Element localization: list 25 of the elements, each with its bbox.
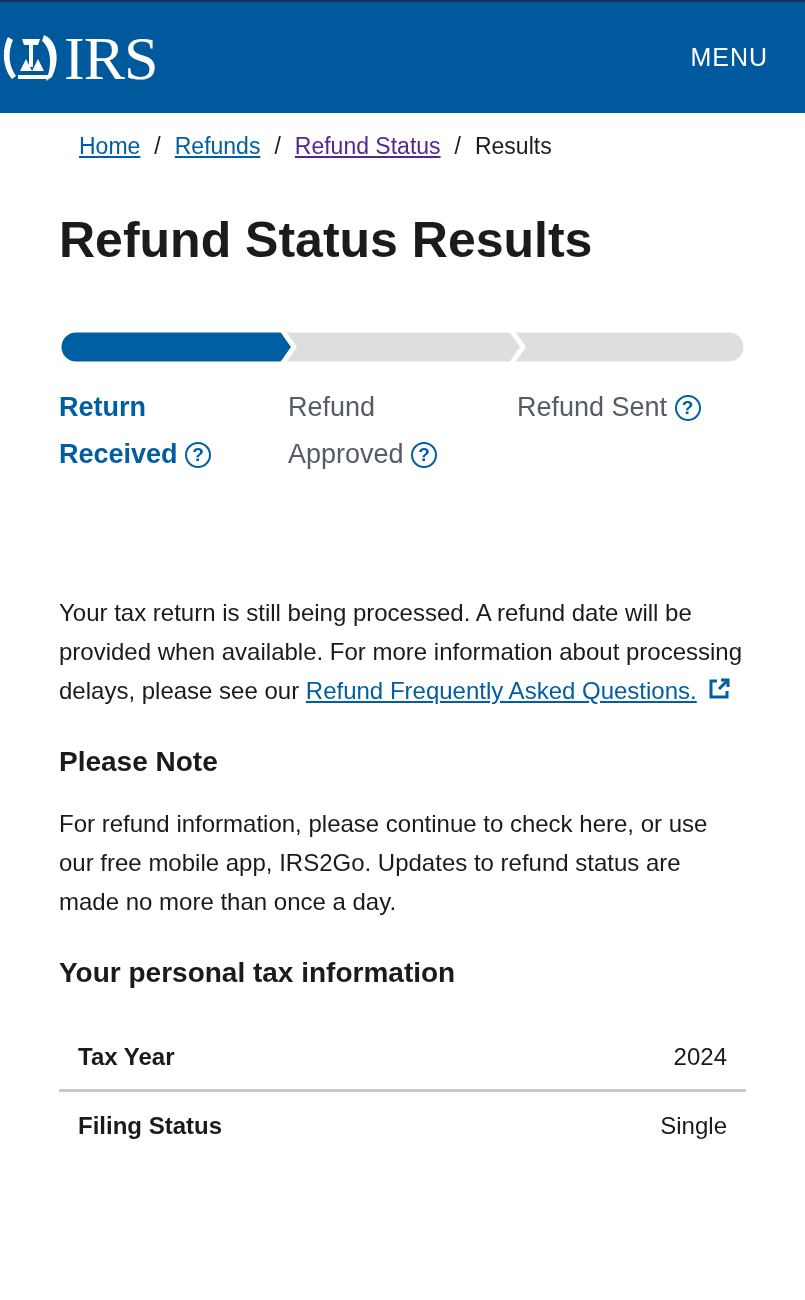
row-label: Tax Year [78, 1043, 175, 1071]
breadcrumb-link[interactable]: Refunds [174, 133, 261, 160]
step-label: Refund Approved ? [288, 384, 517, 478]
breadcrumb-link[interactable]: Home [79, 133, 141, 160]
help-icon[interactable]: ? [185, 441, 212, 468]
page-title: Refund Status Results [59, 211, 594, 270]
section-heading: Please Note [59, 746, 219, 778]
step-label: Return Received ? [59, 384, 288, 478]
faq-link[interactable]: Refund Frequently Asked Questions. [305, 677, 697, 704]
breadcrumb-separator: / [454, 133, 461, 160]
status-message: Your tax return is still being processed. A refund date will be provided when available. For more information about processing delays, please see our Refund Frequently Asked Questions. [59, 598, 744, 706]
help-icon[interactable]: ? [411, 441, 438, 468]
row-value: 2024 [673, 1043, 727, 1071]
section-heading: Your personal tax information [59, 957, 457, 989]
logo-text[interactable]: IRS [64, 26, 158, 89]
row-value: Single [660, 1112, 727, 1140]
step-label: Refund Sent ? [517, 384, 746, 478]
breadcrumb-separator: / [274, 133, 281, 160]
breadcrumb-separator: / [154, 133, 161, 160]
help-icon[interactable]: ? [674, 394, 701, 421]
current-page-label: Results [474, 133, 552, 160]
breadcrumb-link[interactable]: Refund Status [294, 133, 441, 160]
note-text: For refund information, please continue to check here, or use our free mobile app, IRS2Go. Updates to refund status are made no more than once a day. [59, 809, 709, 917]
row-label: Filing Status [78, 1112, 222, 1140]
menu-button[interactable]: MENU [690, 39, 768, 76]
